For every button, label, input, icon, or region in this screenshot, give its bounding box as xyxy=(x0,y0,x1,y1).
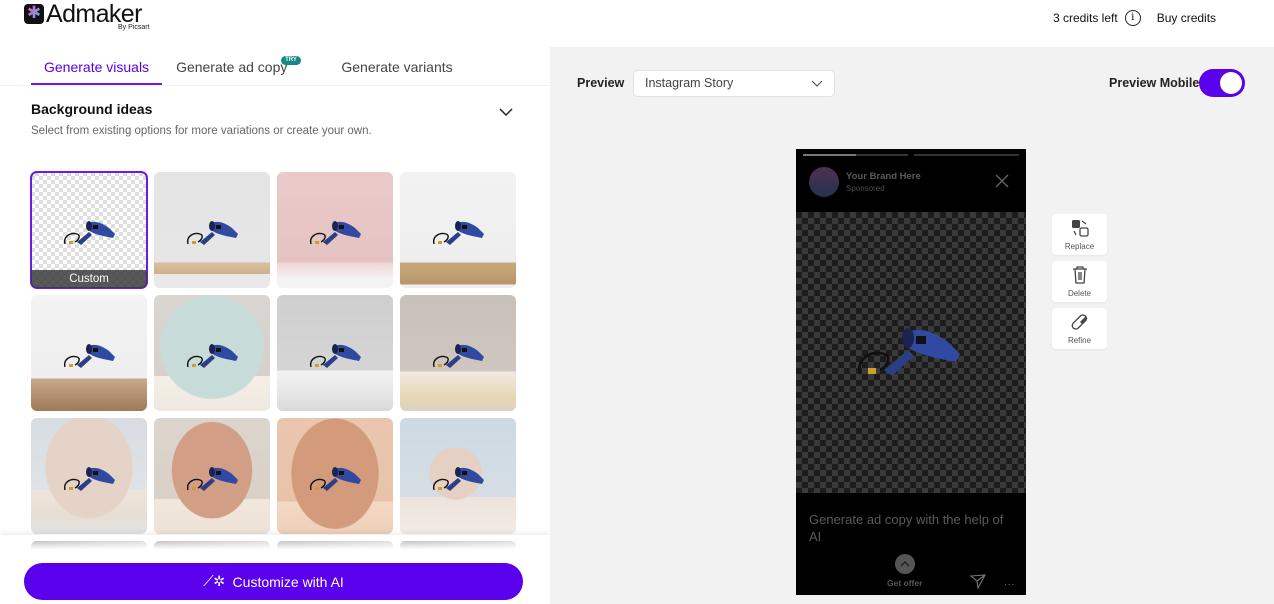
hair-dryer-image xyxy=(309,221,361,245)
eraser-icon xyxy=(1071,314,1087,330)
section-title: Background ideas xyxy=(31,101,153,117)
logo-mark-icon xyxy=(24,2,44,24)
brand-name: Your Brand Here xyxy=(846,171,921,182)
logo-subtitle: By Picsart xyxy=(118,24,150,31)
credits-area: 3 credits left i Buy credits xyxy=(1053,10,1216,26)
canvas-tools: Replace Delete Refine xyxy=(1052,214,1108,355)
trash-icon xyxy=(1072,266,1087,284)
left-panel: Generate visuals Generate ad copy TRY Ge… xyxy=(0,47,550,604)
background-thumbnail-blue-circle-podium[interactable] xyxy=(400,418,516,534)
thumbnail-label: Custom xyxy=(31,270,147,288)
info-icon[interactable]: i xyxy=(1124,10,1141,26)
tab-generate-visuals[interactable]: Generate visuals xyxy=(31,47,163,85)
delete-label: Delete xyxy=(1067,289,1092,298)
buy-credits-link[interactable]: Buy credits xyxy=(1157,11,1216,25)
chevron-up-icon xyxy=(900,560,910,567)
tab-generate-variants[interactable]: Generate variants xyxy=(328,47,465,85)
bottom-bar: ⟋✲ Customize with AI xyxy=(0,550,550,604)
hair-dryer-image xyxy=(432,344,484,368)
preview-panel: Preview Instagram Story Preview Mobile Y… xyxy=(550,47,1274,604)
credits-left: 3 credits left xyxy=(1053,11,1118,25)
preview-format-select[interactable]: Instagram Story xyxy=(633,70,835,97)
replace-icon xyxy=(1071,220,1089,237)
ad-copy-placeholder[interactable]: Generate ad copy with the help of AI xyxy=(809,511,1009,545)
chevron-down-icon xyxy=(811,80,823,87)
hair-dryer-image xyxy=(186,467,238,491)
hair-dryer-image xyxy=(432,467,484,491)
try-badge: TRY xyxy=(281,56,301,65)
hair-dryer-image xyxy=(309,344,361,368)
get-offer-label: Get offer xyxy=(887,578,923,588)
chevron-down-icon[interactable] xyxy=(499,105,513,119)
sponsored-label: Sponsored xyxy=(846,184,885,193)
story-progress-2 xyxy=(914,154,1019,156)
logo-text: Admaker xyxy=(46,0,142,28)
toggle-knob xyxy=(1220,72,1242,94)
hair-dryer-image xyxy=(186,221,238,245)
background-thumbnail-peach-arch[interactable] xyxy=(277,418,393,534)
background-thumbnail-teal-vase-podium[interactable] xyxy=(154,295,270,411)
brand-avatar xyxy=(809,167,839,197)
story-preview: Your Brand Here Sponsored Generate ad co… xyxy=(796,149,1026,595)
background-thumbnail-white-leaves-wood-slab[interactable] xyxy=(400,172,516,288)
background-thumbnail-leaves-wood-gray[interactable] xyxy=(154,172,270,288)
story-progress-1 xyxy=(803,154,908,156)
tab-generate-ad-copy[interactable]: Generate ad copy TRY xyxy=(163,47,328,85)
close-icon[interactable] xyxy=(994,173,1010,189)
tab-bar: Generate visuals Generate ad copy TRY Ge… xyxy=(31,47,466,85)
preview-format-value: Instagram Story xyxy=(645,76,734,90)
replace-label: Replace xyxy=(1064,242,1095,251)
background-thumbnail-leaves-wood-shelf[interactable] xyxy=(31,295,147,411)
background-thumbnail-beige-arch-blue[interactable] xyxy=(31,418,147,534)
preview-mobile-label: Preview Mobile xyxy=(1109,76,1200,90)
replace-button[interactable]: Replace xyxy=(1052,214,1107,255)
hair-dryer-image xyxy=(63,344,115,368)
preview-label: Preview xyxy=(577,76,625,90)
ad-canvas[interactable] xyxy=(796,212,1026,493)
background-thumbnail-taupe-stone-podium[interactable] xyxy=(400,295,516,411)
hair-dryer-image xyxy=(63,467,115,491)
get-offer-button[interactable] xyxy=(895,554,915,574)
refine-label: Refine xyxy=(1067,336,1092,345)
more-icon[interactable]: ... xyxy=(1004,577,1015,588)
preview-mobile-toggle[interactable] xyxy=(1199,69,1245,97)
hair-dryer-image xyxy=(309,467,361,491)
tab-generate-ad-copy-label: Generate ad copy xyxy=(176,59,288,75)
logo[interactable]: Admaker By Picsart xyxy=(24,0,150,31)
admaker-app: Admaker By Picsart 3 credits left i Buy … xyxy=(0,0,1274,604)
section-description: Select from existing options for more va… xyxy=(31,125,372,137)
background-thumbnail-pink-plants[interactable] xyxy=(277,172,393,288)
magic-wand-icon: ⟋✲ xyxy=(203,573,225,590)
hair-dryer-image xyxy=(857,328,960,376)
hair-dryer-image xyxy=(63,221,115,245)
delete-button[interactable]: Delete xyxy=(1052,261,1107,302)
refine-button[interactable]: Refine xyxy=(1052,308,1107,349)
tab-divider xyxy=(0,85,550,86)
hair-dryer-image xyxy=(186,344,238,368)
send-icon[interactable] xyxy=(970,573,986,589)
background-thumbnail-gray-stone-podium[interactable] xyxy=(277,295,393,411)
background-thumbnail-terracotta-arch[interactable] xyxy=(154,418,270,534)
customize-with-ai-button[interactable]: ⟋✲ Customize with AI xyxy=(24,563,523,600)
background-thumbnail-transparent[interactable]: Custom xyxy=(30,171,148,289)
background-grid: Custom xyxy=(30,171,518,551)
hair-dryer-image xyxy=(432,221,484,245)
customize-with-ai-label: Customize with AI xyxy=(232,573,344,590)
